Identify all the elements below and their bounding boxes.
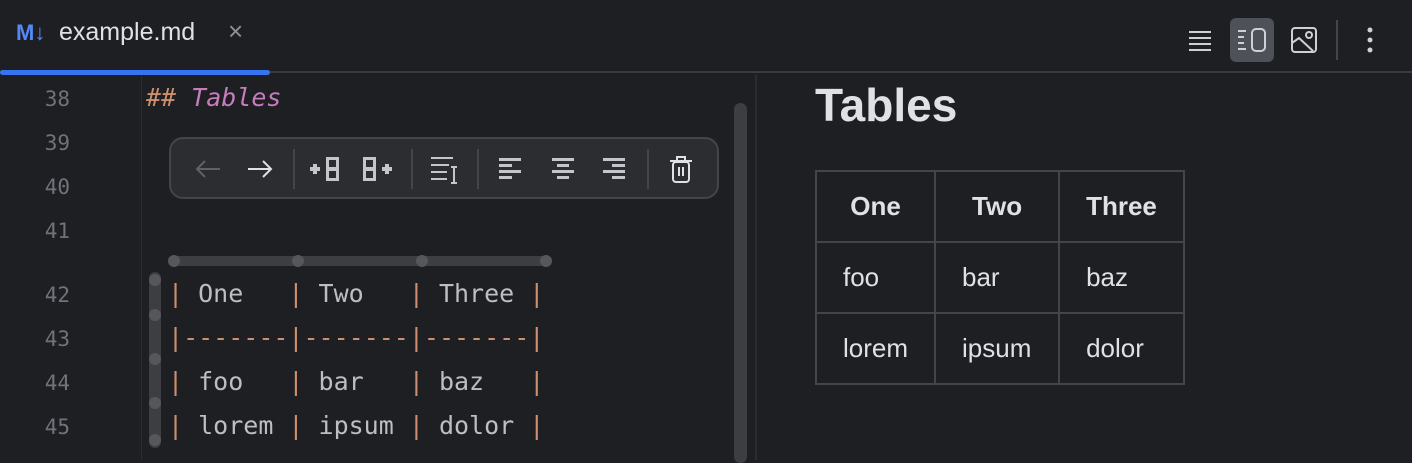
tab-label: example.md [59,18,196,46]
toolbar-separator [647,149,649,189]
tab-bar: M↓ example.md × [0,0,1412,75]
toolbar-separator [477,149,479,189]
move-right-button[interactable] [243,152,277,186]
code-table-row[interactable]: | foo | bar | baz | [168,367,544,396]
code-table-separator[interactable]: |-------|-------|-------| [168,323,544,352]
align-left-icon [499,158,521,179]
toolbar-separator [1336,20,1338,60]
column-handle[interactable] [168,255,180,267]
pane-divider[interactable] [755,75,757,460]
move-left-button[interactable] [191,152,225,186]
align-left-button[interactable] [494,152,528,186]
row-handle[interactable] [149,434,161,446]
gutter-border [141,75,142,460]
editor-scrollbar[interactable] [734,103,747,463]
preview-only-button[interactable] [1282,18,1326,62]
more-options-button[interactable] [1348,18,1392,62]
align-right-button[interactable] [597,152,631,186]
preview-table: One Two Three foo bar baz lorem ipsum do… [814,170,1185,385]
insert-column-after-icon [363,157,392,181]
preview-heading: Tables [815,79,958,131]
close-icon[interactable]: × [228,16,243,47]
line-number: 42 [44,283,70,307]
code-line-heading[interactable]: ## Tables [146,83,281,112]
table-row: foo bar baz [814,241,1185,314]
insert-column-before-button[interactable] [308,152,342,186]
column-handle[interactable] [292,255,304,267]
table-header: Two [934,170,1061,243]
toolbar-separator [411,149,413,189]
line-number: 40 [44,175,70,199]
table-row: lorem ipsum dolor [814,312,1185,385]
insert-column-after-button[interactable] [361,152,395,186]
line-number: 43 [44,327,70,351]
format-table-button[interactable] [429,152,463,186]
table-header: Three [1058,170,1185,243]
column-handle[interactable] [416,255,428,267]
table-header-row: One Two Three [814,170,1185,243]
row-handle[interactable] [149,397,161,409]
editor-pane[interactable] [0,75,755,460]
table-cell: ipsum [934,312,1061,385]
row-handle[interactable] [149,353,161,365]
column-selection-bar[interactable] [168,255,552,267]
format-table-icon [431,157,457,184]
line-number: 44 [44,371,70,395]
code-table-row[interactable]: | One | Two | Three | [168,279,544,308]
table-cell: lorem [814,312,937,385]
column-handle[interactable] [540,255,552,267]
table-cell: foo [814,241,937,314]
table-cell: bar [934,241,1061,314]
heading-text: Tables [191,83,282,112]
arrow-left-icon [195,160,220,178]
table-cell: dolor [1058,312,1185,385]
split-view-icon [1238,28,1266,52]
table-toolbar [169,137,719,199]
table-cell: baz [1058,241,1185,314]
align-right-icon [603,158,625,179]
line-number: 38 [44,87,70,111]
more-vertical-icon [1367,27,1373,53]
heading-marker: ## [146,83,177,112]
trash-icon [670,156,692,183]
arrow-right-icon [248,160,273,178]
line-number: 41 [44,219,70,243]
toolbar-separator [293,149,295,189]
align-center-icon [552,158,574,179]
lines-icon [1189,31,1211,51]
tab-example-md[interactable]: M↓ example.md × [0,0,270,75]
insert-column-before-icon [310,157,339,181]
row-selection-bar[interactable] [149,272,161,448]
delete-table-button[interactable] [664,152,698,186]
table-header: One [814,170,937,243]
line-number: 39 [44,131,70,155]
editor-only-button[interactable] [1178,18,1222,62]
editor-and-preview-button[interactable] [1230,18,1274,62]
row-handle[interactable] [149,309,161,321]
markdown-icon: M↓ [16,20,46,45]
align-center-button[interactable] [546,152,580,186]
line-number: 45 [44,415,70,439]
code-table-row[interactable]: | lorem | ipsum | dolor | [168,411,544,440]
image-icon [1291,27,1317,53]
row-handle[interactable] [149,274,161,286]
